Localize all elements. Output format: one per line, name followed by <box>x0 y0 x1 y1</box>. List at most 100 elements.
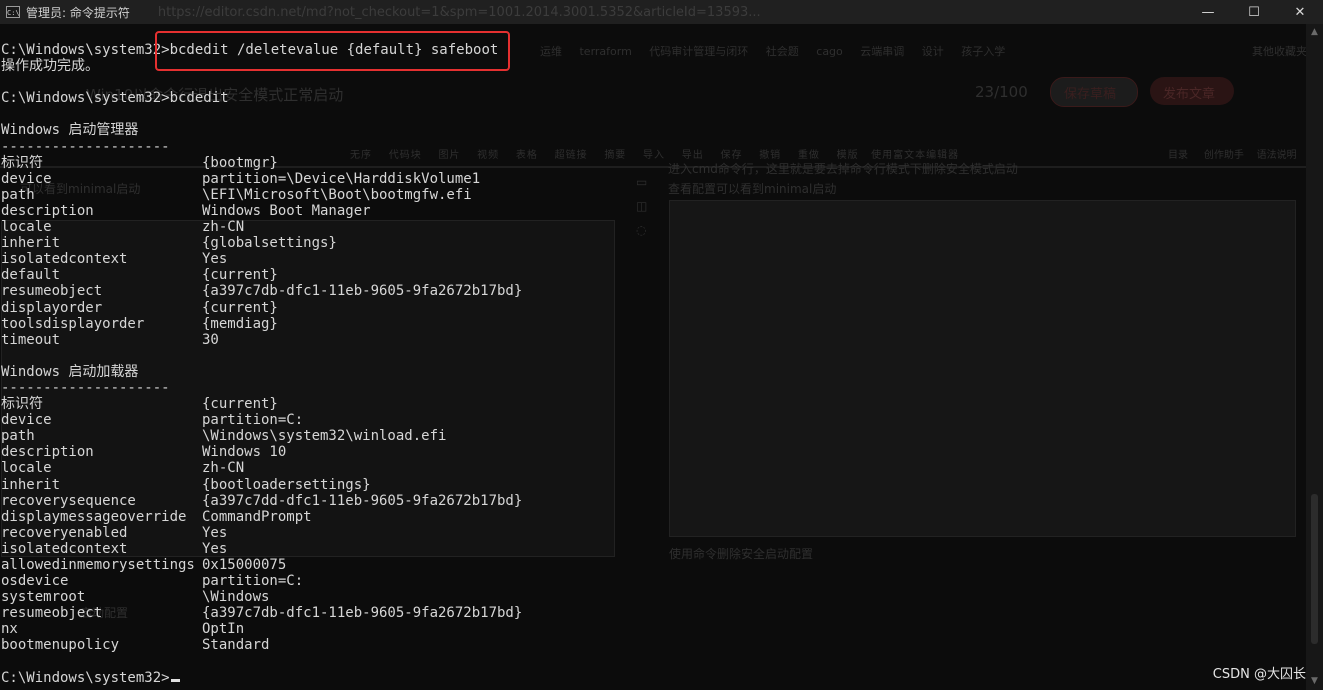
console-input-line[interactable]: C:\Windows\system32> <box>1 670 522 686</box>
window-title: 管理员: 命令提示符 <box>26 5 130 20</box>
entry-key: inherit <box>1 476 61 493</box>
entry-key: 标识符 <box>1 396 43 413</box>
entry-key: recoverysequence <box>1 492 136 509</box>
entry-value: zh-CN <box>202 460 245 477</box>
bcd-entry-row: recoverysequence {a397c7dd-dfc1-11eb-9605… <box>1 493 522 509</box>
entry-value: partition=C: <box>202 412 304 429</box>
bookmark: 社会题 <box>765 45 799 58</box>
side-icons: ▭ ◫ ◌ <box>636 175 648 237</box>
console-output[interactable]: C:\Windows\system32>bcdedit /deletevalue… <box>1 42 522 686</box>
save-draft-button: 保存草稿 <box>1064 87 1117 102</box>
publish-button: 发布文章 <box>1163 87 1216 102</box>
title-bar[interactable]: C:\ 管理员: 命令提示符 https://editor.csdn.net/m… <box>0 0 1323 24</box>
entry-key: timeout <box>1 331 61 348</box>
entry-key: bootmenupolicy <box>1 637 120 654</box>
bcd-entry-row: path \EFI\Microsoft\Boot\bootmgfw.efi <box>1 187 522 203</box>
entry-value: \EFI\Microsoft\Boot\bootmgfw.efi <box>202 186 472 203</box>
minimize-button[interactable]: — <box>1185 0 1231 24</box>
bcd-entry-row: resumeobject {a397c7db-dfc1-11eb-9605-9fa… <box>1 605 522 621</box>
bcd-entry-row: allowedinmemorysettings 0x15000075 <box>1 557 522 573</box>
entry-value: \Windows\system32\winload.efi <box>202 428 447 445</box>
section-header: Windows 启动管理器 <box>1 122 139 139</box>
bcd-entry-row: 标识符 {current} <box>1 396 522 412</box>
entry-key: locale <box>1 460 52 477</box>
console-line: C:\Windows\system32>bcdedit <box>1 90 522 106</box>
entry-value: {globalsettings} <box>202 235 337 252</box>
entry-key: 标识符 <box>1 154 43 171</box>
bcd-entry-row: systemroot \Windows <box>1 589 522 605</box>
entry-key: toolsdisplayorder <box>1 315 145 332</box>
prompt: C:\Windows\system32> <box>1 90 170 107</box>
entry-value: \Windows <box>202 589 270 606</box>
bookmark: 孩子入学 <box>961 45 1006 58</box>
entry-key: displayorder <box>1 299 103 316</box>
entry-value: {memdiag} <box>202 315 278 332</box>
entry-key: device <box>1 412 52 429</box>
prompt: C:\Windows\system32> <box>1 42 170 58</box>
entry-value: {bootmgr} <box>202 154 278 171</box>
entry-value: CommandPrompt <box>202 508 312 525</box>
entry-value: Yes <box>202 524 228 541</box>
entry-value: Yes <box>202 251 228 268</box>
bcd-entry-row: displaymessageoverride CommandPrompt <box>1 509 522 525</box>
bcd-entry-row: 标识符 {bootmgr} <box>1 155 522 171</box>
entry-key: locale <box>1 219 52 236</box>
bcd-entry-row: locale zh-CN <box>1 460 522 476</box>
bcd-entry-row: inherit {globalsettings} <box>1 235 522 251</box>
entry-value: partition=\Device\HarddiskVolume1 <box>202 170 481 187</box>
entry-value: {bootloadersettings} <box>202 476 371 493</box>
bcd-entry-row: default {current} <box>1 267 522 283</box>
cmd-app-icon: C:\ <box>6 6 20 18</box>
entry-value: {a397c7db-dfc1-11eb-9605-9fa2672b17bd} <box>202 605 523 622</box>
preview-text-2: 查看配置可以看到minimal启动 <box>668 182 837 196</box>
vertical-scrollbar[interactable]: ▲ ▼ <box>1306 24 1323 690</box>
scroll-down-arrow-icon[interactable]: ▼ <box>1306 673 1323 690</box>
entry-key: displaymessageoverride <box>1 508 187 525</box>
entry-key: osdevice <box>1 573 69 590</box>
bcd-entry-row: device partition=C: <box>1 412 522 428</box>
entry-value: 0x15000075 <box>202 557 287 573</box>
preview-screenshot <box>669 200 1296 537</box>
entry-key: path <box>1 186 35 203</box>
bcd-entry-row: recoveryenabled Yes <box>1 525 522 541</box>
preview-caption: 使用命令删除安全启动配置 <box>669 547 814 561</box>
entry-value: Windows Boot Manager <box>202 202 371 219</box>
entry-value: Standard <box>202 637 270 654</box>
bcd-entry-row: displayorder {current} <box>1 300 522 316</box>
close-button[interactable]: ✕ <box>1277 0 1323 24</box>
entry-key: inherit <box>1 235 61 252</box>
bcd-entry-row: description Windows 10 <box>1 444 522 460</box>
bookmark: terraform <box>579 45 632 58</box>
word-count: 23/100 <box>975 83 1028 101</box>
entry-value: Yes <box>202 540 228 557</box>
entry-key: isolatedcontext <box>1 251 128 268</box>
entry-key: default <box>1 267 61 284</box>
bcd-entry-row: toolsdisplayorder {memdiag} <box>1 316 522 332</box>
entry-value: {a397c7dd-dfc1-11eb-9605-9fa2672b17bd} <box>202 492 523 509</box>
bookmark: 设计 <box>921 45 944 58</box>
bcd-entry-row: nx OptIn <box>1 621 522 637</box>
entry-key: nx <box>1 621 18 638</box>
boot-loader-entries: 标识符 {current} device partition=C: path \Windo… <box>1 396 522 654</box>
maximize-button[interactable]: ☐ <box>1231 0 1277 24</box>
section-divider: -------------------- <box>1 379 170 396</box>
text-cursor <box>170 678 180 682</box>
bcd-entry-row: locale zh-CN <box>1 219 522 235</box>
bookmark: 云端串调 <box>860 45 905 58</box>
bookmark: cago <box>816 45 843 58</box>
bcd-entry-row: isolatedcontext Yes <box>1 541 522 557</box>
bcd-entry-row: timeout 30 <box>1 332 522 348</box>
toolbar-right: 目录 创作助手 语法说明 <box>1168 150 1297 161</box>
entry-key: description <box>1 444 94 461</box>
scrollbar-thumb[interactable] <box>1311 494 1318 644</box>
scroll-up-arrow-icon[interactable]: ▲ <box>1306 24 1323 41</box>
bookmark-bar: 运维 terraform 代码审计管理与闭环 社会题 cago 云端串调 设计 … <box>540 43 1005 59</box>
entry-key: isolatedcontext <box>1 540 128 557</box>
section-divider: -------------------- <box>1 138 170 155</box>
prompt: C:\Windows\system32> <box>1 669 170 686</box>
bcd-entry-row: bootmenupolicy Standard <box>1 637 522 653</box>
entry-value: {current} <box>202 299 278 316</box>
highlight-box <box>155 31 510 71</box>
entry-value: zh-CN <box>202 219 245 236</box>
entry-key: systemroot <box>1 589 86 606</box>
